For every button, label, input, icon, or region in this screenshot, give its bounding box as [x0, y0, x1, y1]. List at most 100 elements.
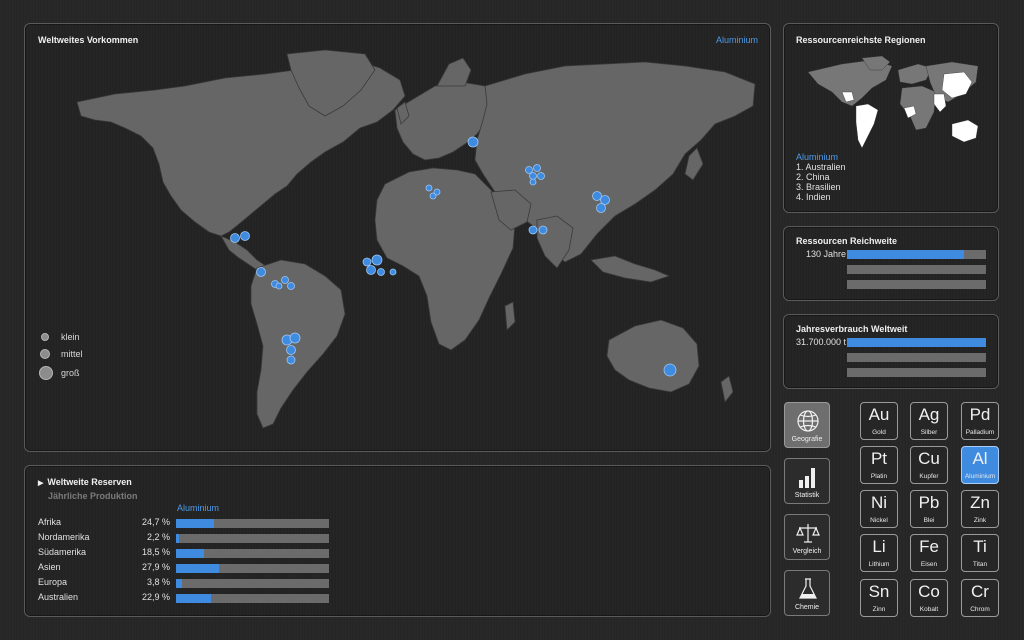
element-name: Eisen — [920, 561, 938, 568]
reserve-percentage: 22,9 % — [141, 592, 170, 602]
reserve-row: Europa 3,8 % — [38, 577, 338, 589]
range-title: Ressourcen Reichweite — [796, 236, 898, 246]
reserve-bar-fill — [176, 549, 205, 558]
nav-geography-button[interactable]: Geografie — [784, 402, 830, 448]
annual-production-link[interactable]: Jährliche Produktion — [48, 491, 138, 501]
deposit-marker — [286, 355, 296, 365]
deposit-marker — [538, 225, 548, 235]
range-bar-empty — [847, 265, 986, 274]
deposit-marker — [600, 195, 610, 205]
nav-label: Statistik — [794, 492, 820, 499]
deposit-marker — [425, 184, 433, 192]
legend-small-dot — [41, 333, 49, 341]
element-tile-kobalt[interactable]: Co Kobalt — [910, 579, 948, 617]
reserve-region-name: Europa — [38, 577, 68, 587]
element-symbol: Pt — [870, 449, 888, 468]
nav-label: Chemie — [794, 604, 820, 611]
region-item: 1. Australien — [796, 162, 846, 172]
element-symbol: Au — [868, 405, 890, 424]
element-symbol: Ag — [918, 405, 940, 424]
reserve-bar-fill — [176, 594, 212, 603]
element-tile-nickel[interactable]: Ni Nickel — [860, 490, 898, 528]
element-tile-kupfer[interactable]: Cu Kupfer — [910, 446, 948, 484]
element-symbol: Cu — [918, 449, 940, 468]
world-map[interactable] — [25, 24, 772, 453]
reserve-bar — [176, 564, 329, 573]
legend-small: klein — [39, 332, 80, 342]
element-name: Zinn — [872, 606, 886, 613]
nav-label: Geografie — [791, 436, 823, 443]
element-name: Aluminium — [964, 473, 996, 480]
deposit-marker — [467, 136, 479, 148]
world-map-panel: Weltweites Vorkommen Aluminium klein mit… — [24, 23, 771, 452]
deposit-marker — [592, 191, 602, 201]
reserve-percentage: 2,2 % — [146, 532, 170, 542]
element-tile-platin[interactable]: Pt Platin — [860, 446, 898, 484]
reserve-region-name: Afrika — [38, 517, 62, 527]
element-symbol: Fe — [919, 537, 939, 556]
element-tile-lithium[interactable]: Li Lithium — [860, 534, 898, 572]
element-name: Palladium — [965, 429, 995, 436]
globe-icon — [797, 410, 819, 432]
australia-landmass — [606, 319, 700, 393]
region-item: 2. China — [796, 172, 830, 182]
legend-small-label: klein — [61, 332, 80, 342]
nav-chemistry-button[interactable]: Chemie — [784, 570, 830, 616]
annual-consumption-panel: Jahresverbrauch Weltweit 31.700.000 t — [783, 314, 999, 389]
element-tile-zink[interactable]: Zn Zink — [961, 490, 999, 528]
element-symbol: Cr — [971, 582, 989, 601]
element-tile-gold[interactable]: Au Gold — [860, 402, 898, 440]
element-name: Kobalt — [919, 606, 939, 613]
deposit-marker — [371, 254, 383, 266]
reserves-material-label: Aluminium — [177, 503, 220, 513]
element-symbol: Co — [918, 582, 940, 601]
new-zealand-landmass — [720, 375, 734, 403]
element-symbol: Pb — [918, 493, 940, 512]
consumption-bar-empty — [847, 368, 986, 377]
element-tile-silber[interactable]: Ag Silber — [910, 402, 948, 440]
deposit-marker — [663, 363, 677, 377]
resource-range-panel: Ressourcen Reichweite 130 Jahre — [783, 226, 999, 301]
element-tile-chrom[interactable]: Cr Chrom — [961, 579, 999, 617]
indonesia-landmass — [590, 255, 671, 283]
element-tile-titan[interactable]: Ti Titan — [961, 534, 999, 572]
element-tile-blei[interactable]: Pb Blei — [910, 490, 948, 528]
map-material-label: Aluminium — [715, 35, 758, 45]
deposit-marker — [389, 268, 397, 276]
deposit-marker — [256, 267, 266, 277]
reserve-bar — [176, 519, 329, 528]
element-symbol: Al — [972, 449, 988, 468]
reserves-title[interactable]: ▶ Weltweite Reserven — [38, 477, 132, 487]
reserve-bar-fill — [176, 564, 219, 573]
element-name: Silber — [920, 429, 938, 436]
regions-panel: Ressourcenreichste Regionen Aluminium 1.… — [783, 23, 999, 213]
element-name: Gold — [872, 429, 886, 436]
element-name: Titan — [972, 561, 988, 568]
element-tile-palladium[interactable]: Pd Palladium — [961, 402, 999, 440]
reserve-bar-fill — [176, 519, 214, 528]
deposit-marker — [529, 172, 537, 180]
element-name: Kupfer — [919, 473, 939, 480]
element-symbol: Pd — [969, 405, 991, 424]
reserve-percentage: 3,8 % — [146, 577, 170, 587]
legend-large-label: groß — [61, 368, 80, 378]
flask-icon — [799, 578, 817, 599]
reserves-panel: ▶ Weltweite Reserven Jährliche Produktion… — [24, 465, 771, 617]
reserve-bar-fill — [176, 579, 182, 588]
element-tile-aluminium[interactable]: Al Aluminium — [961, 446, 999, 484]
scale-icon — [796, 524, 820, 543]
nav-compare-button[interactable]: Vergleich — [784, 514, 830, 560]
deposit-marker — [281, 276, 289, 284]
consumption-bar-fill — [847, 338, 986, 347]
reserve-percentage: 27,9 % — [141, 562, 170, 572]
element-tile-zinn[interactable]: Sn Zinn — [860, 579, 898, 617]
deposit-marker — [529, 178, 537, 186]
deposit-marker — [275, 282, 283, 290]
regions-title: Ressourcenreichste Regionen — [796, 35, 926, 45]
element-tile-eisen[interactable]: Fe Eisen — [910, 534, 948, 572]
scandinavia-landmass — [436, 57, 472, 87]
nav-statistics-button[interactable]: Statistik — [784, 458, 830, 504]
range-bar-empty — [847, 280, 986, 289]
deposit-marker — [366, 265, 376, 275]
reserve-row: Afrika 24,7 % — [38, 517, 338, 529]
